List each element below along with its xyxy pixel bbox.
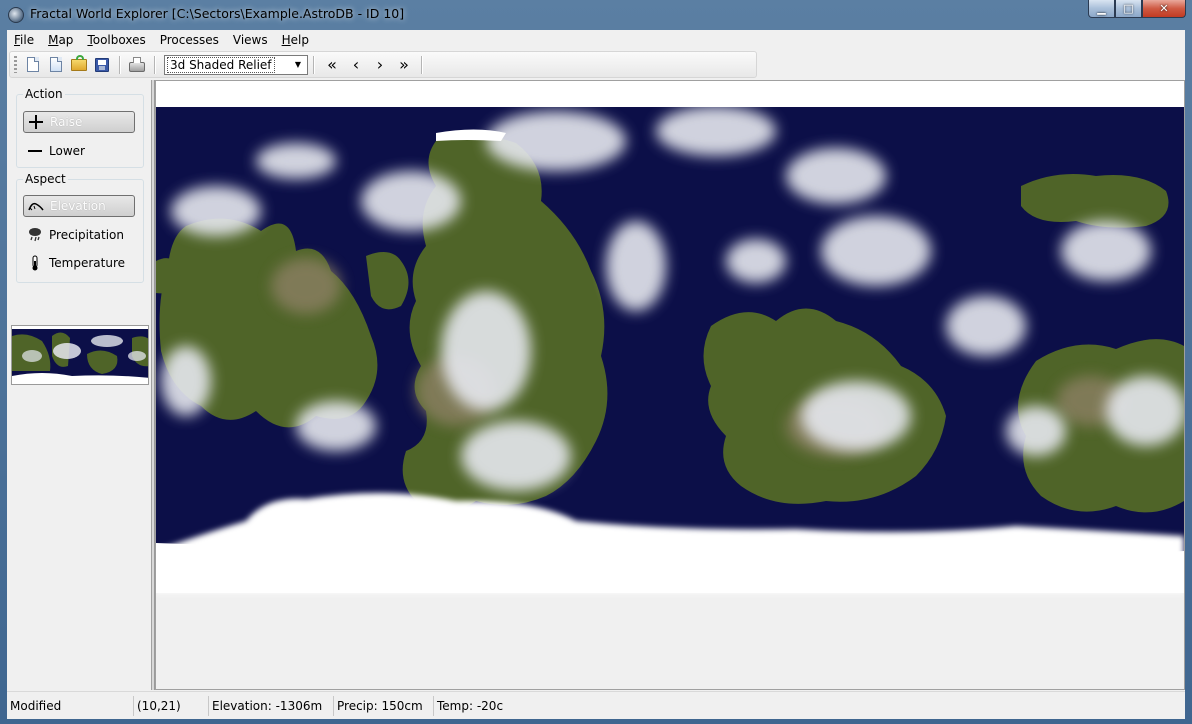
client-area: File Map Toolboxes Processes Views Help …: [7, 30, 1185, 719]
title-bar[interactable]: Fractal World Explorer [C:\Sectors\Examp…: [0, 0, 1192, 30]
world-map-canvas[interactable]: [156, 81, 1184, 689]
cloud-rain-icon: [25, 226, 45, 244]
temperature-button[interactable]: Temperature: [23, 252, 135, 274]
menu-map[interactable]: Map: [41, 30, 80, 50]
window-controls: ▁ □ ✕: [1088, 0, 1186, 19]
status-state: Modified: [7, 695, 134, 716]
minus-icon: [25, 142, 45, 160]
printer-icon: [129, 56, 145, 72]
menu-file-label: ile: [20, 33, 35, 47]
status-temperature: Temp: -20c: [437, 698, 504, 713]
new-document-icon: [27, 57, 39, 72]
toolbar-separator: [313, 55, 315, 74]
lower-label: Lower: [49, 144, 85, 158]
document-template-icon: [50, 57, 62, 72]
world-map-view[interactable]: [155, 80, 1185, 690]
mountain-icon: [26, 197, 46, 215]
menu-file[interactable]: File: [7, 30, 41, 50]
status-precipitation: Precip: 150cm: [334, 695, 434, 716]
menu-processes[interactable]: Processes: [153, 30, 226, 50]
close-button[interactable]: ✕: [1142, 0, 1186, 18]
toolbar-separator: [421, 55, 423, 74]
menu-toolboxes[interactable]: Toolboxes: [80, 30, 152, 50]
main-toolbar: 3d Shaded Relief ▼ « ‹ › »: [9, 51, 757, 78]
menu-help-accel: H: [281, 33, 291, 47]
tool-panel: Action Raise Lower Aspect Elevation Prec…: [7, 80, 152, 690]
precipitation-label: Precipitation: [49, 228, 125, 242]
menu-views[interactable]: Views: [226, 30, 275, 50]
menu-help[interactable]: Help: [275, 30, 316, 50]
floppy-save-icon: [95, 57, 109, 72]
raise-button[interactable]: Raise: [23, 111, 135, 133]
minimize-button[interactable]: ▁: [1088, 0, 1115, 18]
aspect-group: Aspect Elevation Precipitation Temperatu…: [16, 172, 144, 283]
first-button[interactable]: «: [320, 54, 344, 76]
menu-map-label: ap: [58, 33, 74, 47]
maximize-button[interactable]: □: [1115, 0, 1142, 18]
print-button[interactable]: [126, 54, 148, 76]
toolbar-grip[interactable]: [14, 56, 17, 73]
plus-icon: [26, 113, 46, 131]
previous-button[interactable]: ‹: [344, 54, 368, 76]
precipitation-button[interactable]: Precipitation: [23, 224, 135, 246]
menu-map-accel: M: [48, 33, 59, 47]
last-button[interactable]: »: [392, 54, 416, 76]
lower-button[interactable]: Lower: [23, 140, 135, 162]
toolbar-separator: [154, 55, 156, 74]
map-thumbnail[interactable]: [11, 325, 149, 385]
view-mode-value: 3d Shaded Relief: [167, 56, 275, 73]
thermometer-icon: [25, 254, 45, 272]
aspect-group-label: Aspect: [23, 172, 68, 186]
new-from-template-button[interactable]: [45, 54, 67, 76]
open-button[interactable]: [68, 54, 90, 76]
open-folder-icon: [71, 54, 87, 71]
globe-app-icon[interactable]: [8, 7, 24, 23]
status-coordinates: (10,21): [134, 695, 209, 716]
view-mode-select[interactable]: 3d Shaded Relief ▼: [164, 54, 308, 75]
menu-toolboxes-label: oolboxes: [92, 33, 146, 47]
chevron-down-icon[interactable]: ▼: [290, 57, 306, 73]
raise-label: Raise: [50, 115, 83, 129]
temperature-label: Temperature: [49, 256, 126, 270]
action-group-label: Action: [23, 87, 65, 101]
menu-help-label: elp: [290, 33, 309, 47]
status-bar: Modified (10,21) Elevation: -1306m Preci…: [7, 691, 1185, 719]
elevation-button[interactable]: Elevation: [23, 195, 135, 217]
next-button[interactable]: ›: [368, 54, 392, 76]
app-window: Fractal World Explorer [C:\Sectors\Examp…: [0, 0, 1192, 724]
status-elevation: Elevation: -1306m: [209, 695, 334, 716]
window-title: Fractal World Explorer [C:\Sectors\Examp…: [30, 6, 405, 21]
elevation-label: Elevation: [50, 199, 106, 213]
new-button[interactable]: [22, 54, 44, 76]
action-group: Action Raise Lower: [16, 87, 144, 168]
toolbar-separator: [119, 55, 121, 74]
menu-processes-label: Processes: [159, 33, 219, 47]
menu-views-label: Views: [232, 33, 268, 47]
menu-bar: File Map Toolboxes Processes Views Help: [7, 30, 1185, 50]
save-button[interactable]: [91, 54, 113, 76]
